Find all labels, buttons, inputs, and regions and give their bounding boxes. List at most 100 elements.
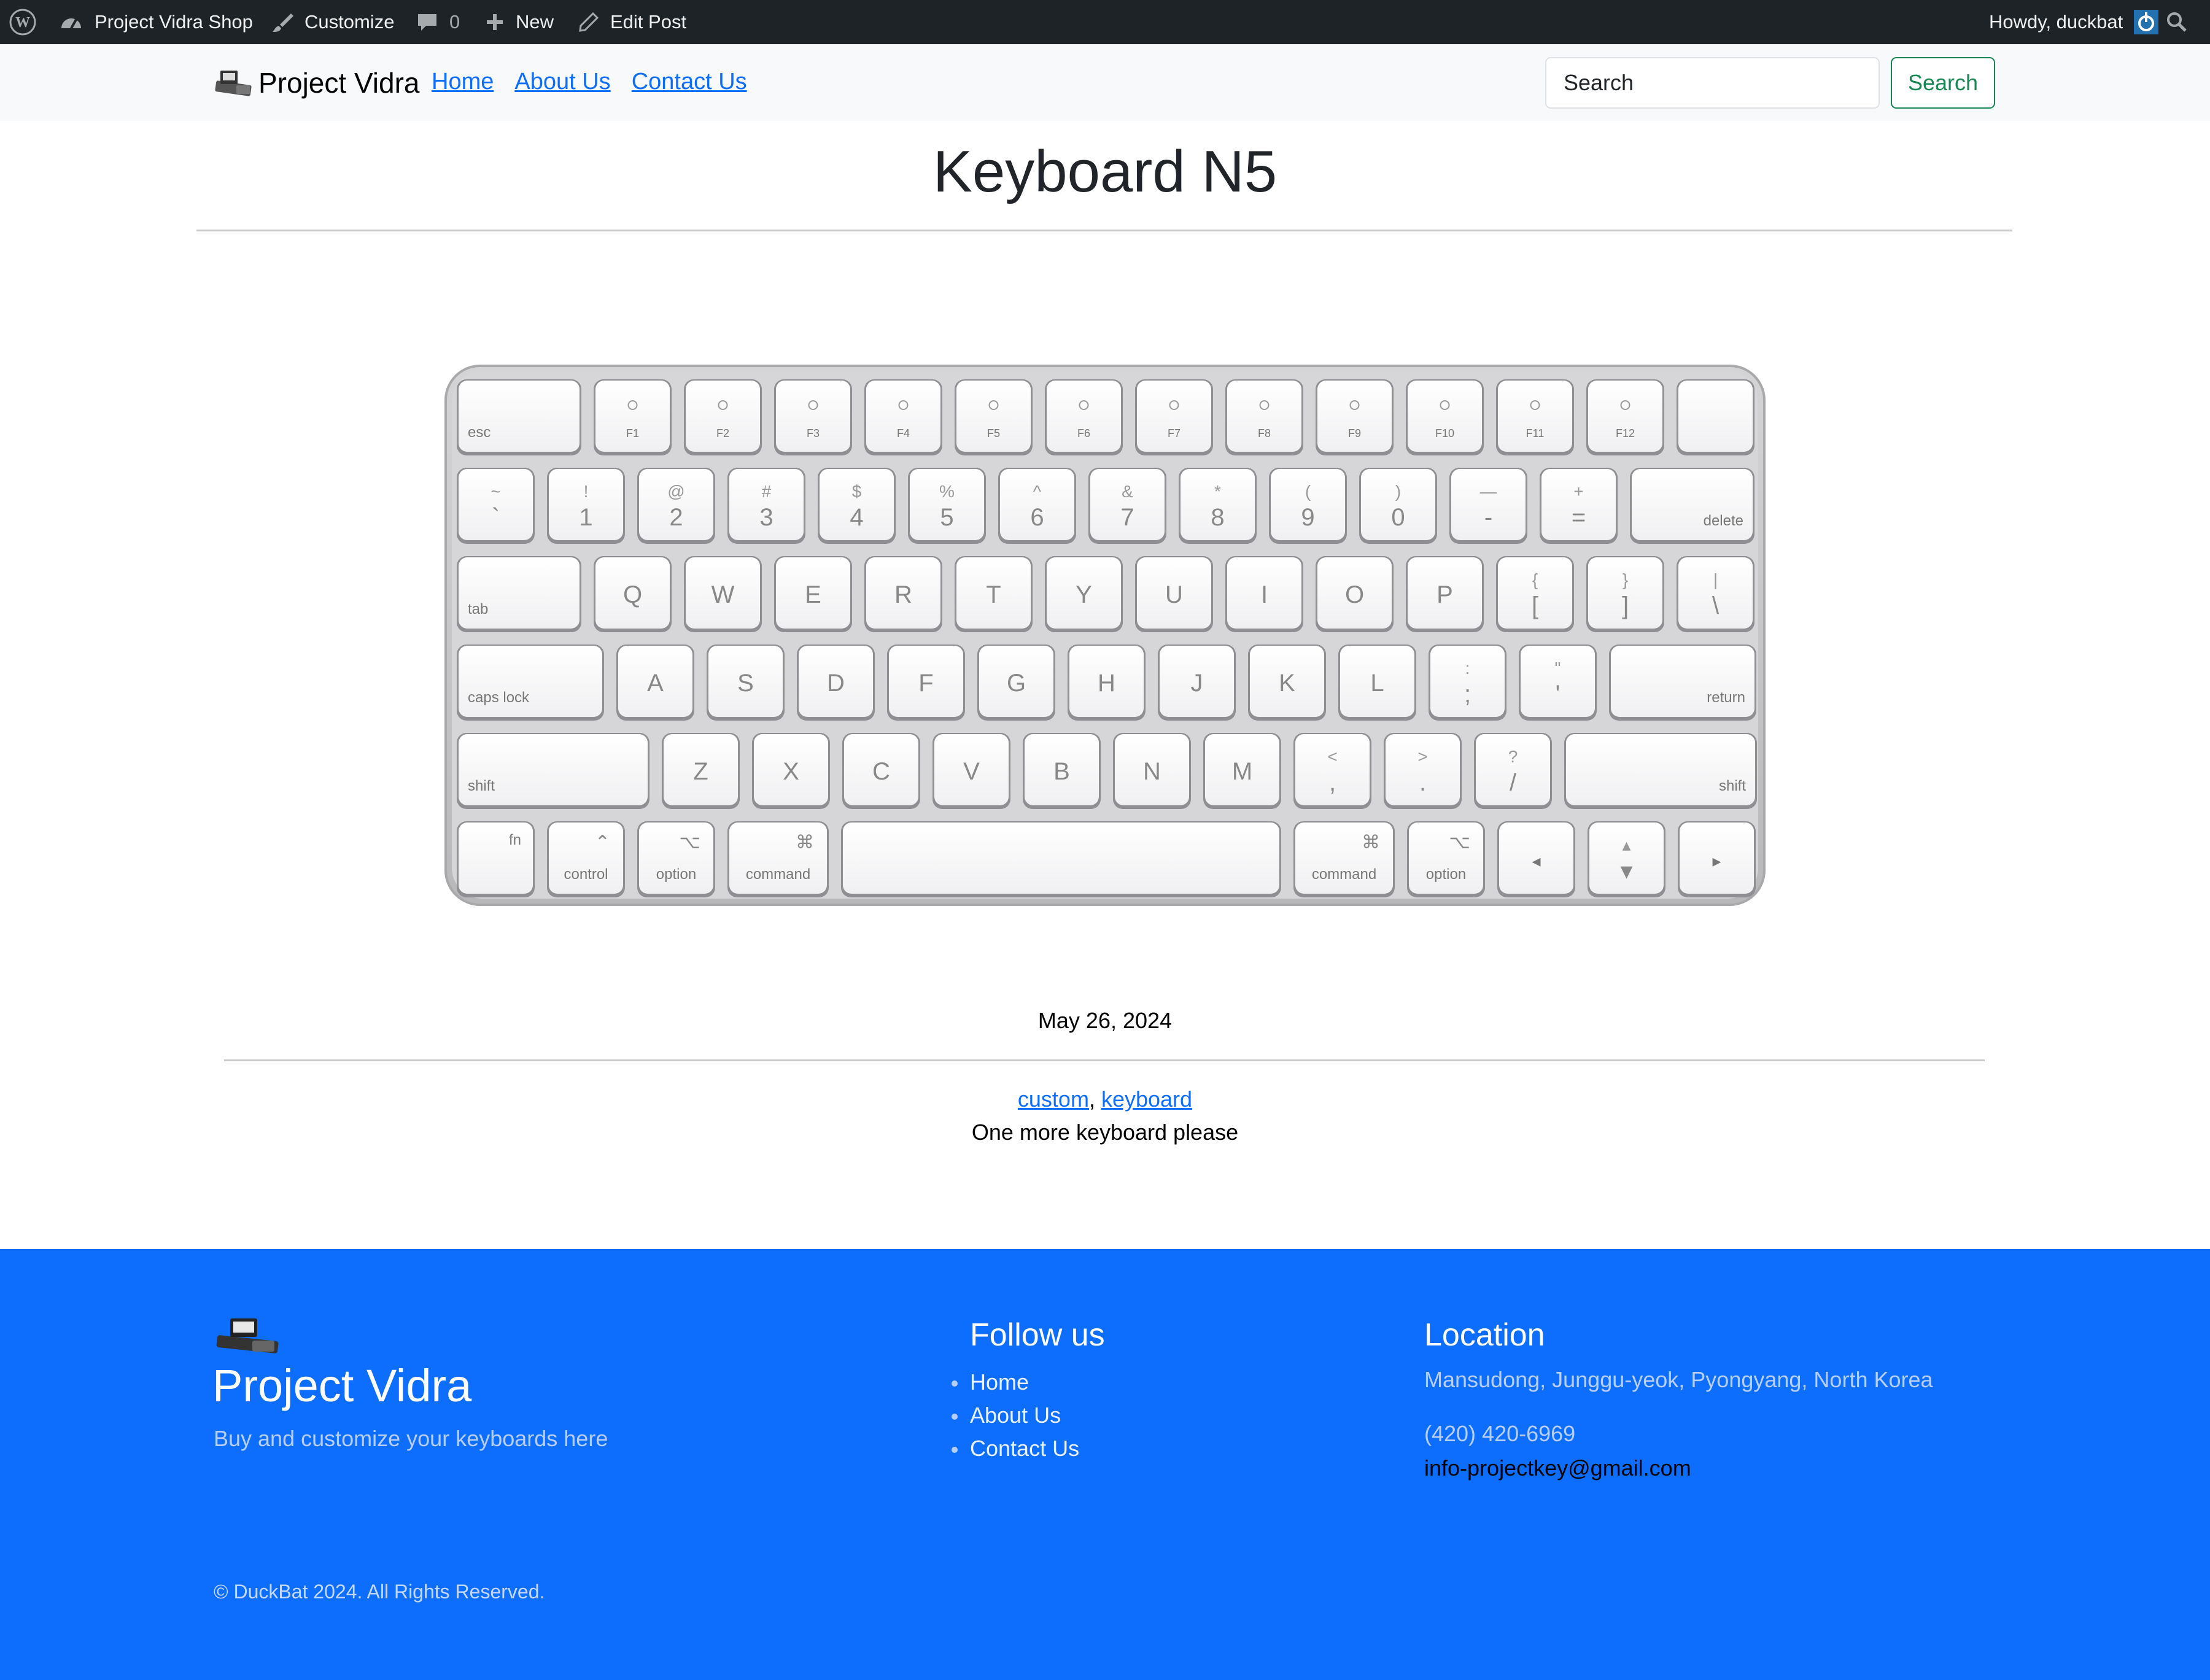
footer-link-contact[interactable]: Contact Us (970, 1436, 1079, 1461)
key-legend: caps lock (468, 689, 530, 706)
key-legend: U (1165, 581, 1183, 608)
key-legend: R (894, 581, 912, 608)
keyboard-key: P (1406, 556, 1484, 632)
svg-text:W: W (15, 15, 30, 31)
key-legend: F (918, 670, 933, 697)
key-legend: X (783, 758, 799, 785)
key-legend: return (1707, 689, 1745, 706)
key-legend: P (1436, 581, 1453, 608)
nav-links: Home About Us Contact Us (432, 69, 747, 95)
key-legend: ⌘ (1362, 832, 1380, 853)
keyboard-key: F6 (1045, 379, 1123, 455)
footer-link-about[interactable]: About Us (970, 1403, 1061, 1428)
admin-account[interactable]: Howdy, duckbat (1989, 0, 2159, 44)
keyboard-key: ~` (457, 468, 535, 544)
keyboard-key: N (1113, 733, 1191, 809)
keyboard-key: F5 (955, 379, 1033, 455)
key-legend: 9 (1301, 504, 1314, 531)
admin-comments[interactable]: 0 (416, 0, 460, 44)
keyboard-key: ⌥ option (1407, 821, 1485, 897)
nav-link-about[interactable]: About Us (514, 69, 610, 95)
key-legend: ` (492, 504, 500, 531)
site-footer: Project Vidra Buy and customize your key… (0, 1249, 2210, 1680)
keyboard-key: L (1338, 645, 1416, 721)
keyboard-logo-icon (215, 71, 252, 96)
keyboard-key: tab (457, 556, 581, 632)
keyboard-key: X (752, 733, 830, 809)
admin-new-label: New (516, 11, 554, 33)
navbar-brand[interactable]: Project Vidra (212, 61, 420, 104)
nav-link-home[interactable]: Home (432, 69, 494, 95)
key-legend: F4 (897, 427, 910, 439)
keyboard-key: F1 (594, 379, 672, 455)
key-legend: J (1191, 670, 1203, 697)
brush-icon (273, 14, 293, 32)
tag-link-custom[interactable]: custom (1018, 1086, 1089, 1112)
keyboard-key: $4 (818, 468, 896, 544)
key-legend: E (805, 581, 821, 608)
keyboard-key: (9 (1269, 468, 1347, 544)
title-divider (196, 230, 2012, 231)
key-legend: $ (852, 482, 862, 501)
keyboard-key: :; (1429, 645, 1506, 721)
key-legend: F7 (1168, 427, 1181, 439)
key-legend: D (827, 670, 845, 697)
keyboard-key: F (887, 645, 965, 721)
key-legend: | (1713, 570, 1718, 589)
key-legend: ▴ (1622, 835, 1630, 854)
keyboard-key: Y (1045, 556, 1123, 632)
keyboard-key: delete (1630, 468, 1754, 544)
tag-link-keyboard[interactable]: keyboard (1101, 1086, 1192, 1112)
footer-phone: (420) 420-6969 (1424, 1421, 1576, 1446)
key-legend: H (1098, 670, 1115, 697)
key-legend: [ (1532, 592, 1538, 619)
admin-search-icon[interactable] (2166, 11, 2188, 38)
footer-logo-icon (212, 1314, 285, 1360)
key-legend: ! (584, 482, 589, 501)
key-legend: ▸ (1712, 851, 1721, 870)
keyboard-key: E (774, 556, 852, 632)
keyboard-key: )0 (1359, 468, 1437, 544)
admin-edit-post[interactable]: Edit Post (578, 0, 686, 44)
key-legend: shift (468, 778, 495, 794)
keyboard-key: %5 (908, 468, 986, 544)
keyboard-key: S (707, 645, 785, 721)
admin-site-name-label: Project Vidra Shop (95, 11, 253, 33)
keyboard-key: ◂ (1497, 821, 1575, 897)
list-item: Home (951, 1366, 1079, 1399)
key-legend: delete (1704, 513, 1743, 529)
key-legend: F9 (1348, 427, 1361, 439)
keyboard-key: !1 (547, 468, 625, 544)
key-legend: @ (667, 482, 684, 501)
key-legend: ' (1556, 681, 1561, 708)
list-item: Contact Us (951, 1432, 1079, 1465)
search-input[interactable] (1545, 57, 1880, 109)
admin-new[interactable]: New (485, 0, 554, 44)
admin-customize[interactable]: Customize (271, 0, 394, 44)
main-navbar: Project Vidra Home About Us Contact Us S… (0, 44, 2210, 121)
key-legend: } (1623, 570, 1628, 589)
keyboard-key: G (977, 645, 1055, 721)
admin-bar: W Project Vidra Shop Customize 0 New Edi… (0, 0, 2210, 44)
keyboard-key: O (1316, 556, 1394, 632)
keyboard-key: {[ (1496, 556, 1574, 632)
admin-site-name[interactable]: Project Vidra Shop (59, 0, 253, 44)
keyboard-key: C (842, 733, 920, 809)
key-legend: ~ (490, 482, 500, 501)
footer-link-home[interactable]: Home (970, 1369, 1029, 1395)
key-legend: command (1312, 866, 1376, 883)
key-legend: = (1572, 504, 1586, 531)
key-legend: - (1484, 504, 1492, 531)
key-legend: F8 (1258, 427, 1271, 439)
key-legend: F11 (1526, 427, 1545, 439)
wordpress-logo-icon[interactable]: W (9, 0, 37, 44)
key-legend: ▾ (1620, 857, 1632, 885)
nav-link-contact[interactable]: Contact Us (632, 69, 747, 95)
key-legend: I (1261, 581, 1268, 608)
key-legend: > (1417, 747, 1427, 766)
key-legend: M (1232, 758, 1252, 785)
search-button[interactable]: Search (1891, 57, 1995, 109)
keyboard-key: M (1203, 733, 1281, 809)
key-legend: 8 (1211, 504, 1224, 531)
navbar-brand-label: Project Vidra (258, 67, 420, 99)
